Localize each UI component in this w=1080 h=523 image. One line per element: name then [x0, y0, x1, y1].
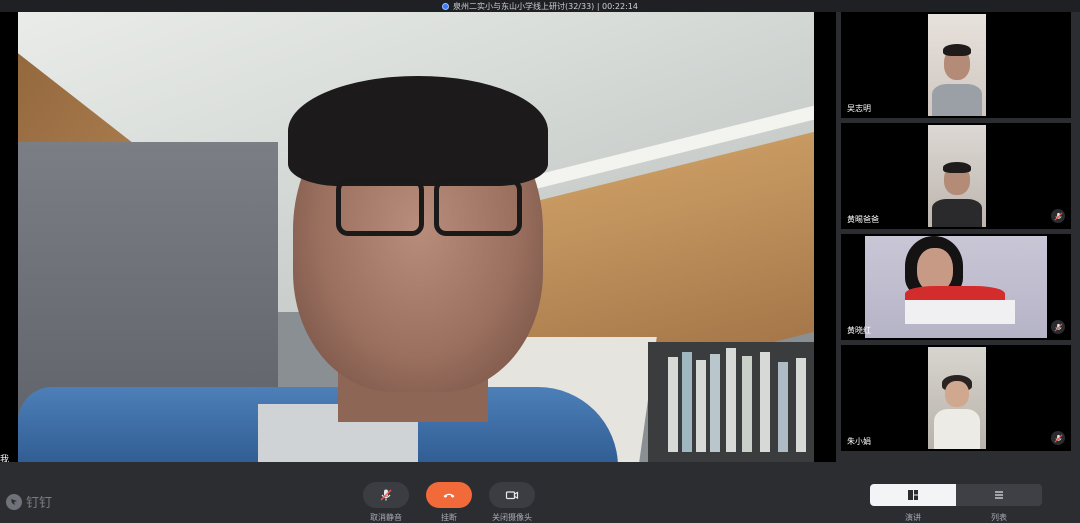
person-glasses	[336, 178, 526, 242]
participant-body	[932, 199, 982, 227]
participant-video	[928, 347, 986, 449]
video-book	[796, 358, 806, 452]
grid-layout-icon	[908, 490, 918, 500]
phone-hangup-icon	[443, 493, 455, 498]
list-view-button[interactable]	[956, 484, 1042, 506]
participant-tile[interactable]: 黄晹爸爸	[841, 123, 1071, 229]
video-book	[760, 352, 770, 452]
mic-muted-icon[interactable]	[1051, 209, 1065, 223]
participant-body	[932, 84, 982, 116]
participant-name: 黄晹爸爸	[847, 215, 879, 224]
video-book	[726, 348, 736, 452]
mic-muted-icon[interactable]	[1051, 431, 1065, 445]
unmute-button[interactable]	[363, 482, 409, 508]
app-logo-text: 钉钉	[26, 496, 53, 511]
self-label: 我	[0, 455, 10, 462]
speaker-view-button[interactable]	[870, 484, 956, 506]
glasses-lens-left	[336, 178, 424, 236]
participant-name: 吴志明	[847, 104, 871, 113]
participant-video	[865, 236, 1047, 338]
participant-tile[interactable]: 朱小娟	[841, 345, 1071, 451]
camera-off-button[interactable]	[489, 482, 535, 508]
participant-face	[945, 381, 969, 407]
list-icon	[995, 491, 1003, 499]
mic-muted-icon[interactable]	[1051, 320, 1065, 334]
participant-video	[928, 14, 986, 116]
participant-name: 黄晓红	[847, 326, 871, 335]
main-video-feed	[18, 12, 814, 462]
video-book	[668, 357, 678, 452]
mic-muted-icon	[380, 489, 392, 501]
main-video[interactable]: 我	[0, 12, 836, 462]
participant-name: 朱小娟	[847, 437, 871, 446]
window-titlebar: 泉州二实小与东山小学线上研讨(32/33) | 00:22:14	[0, 0, 1080, 12]
video-camera-icon	[505, 491, 519, 500]
participant-sidebar: 吴志明 黄晹爸爸 黄晓红 朱小娟	[836, 12, 1080, 462]
video-book	[696, 360, 706, 452]
window-title: 泉州二实小与东山小学线上研讨(32/33) | 00:22:14	[452, 1, 638, 11]
participant-hair	[943, 162, 971, 173]
meeting-control-bar: 钉钉 取消静音 挂断 关闭摄像头 演讲 列表	[0, 462, 1080, 522]
app-logo: 钉钉	[6, 492, 52, 511]
camera-off-label: 关闭摄像头	[492, 513, 532, 522]
participant-body	[934, 409, 980, 449]
video-book	[742, 356, 752, 452]
person-hair	[288, 76, 548, 186]
participant-video	[928, 125, 986, 227]
video-book	[778, 362, 788, 452]
video-bookshelf	[648, 342, 814, 462]
hangup-button[interactable]	[426, 482, 472, 508]
meeting-status-icon	[441, 2, 449, 10]
speaker-view-label: 演讲	[905, 513, 921, 522]
participant-desk	[905, 300, 1015, 324]
participant-tile[interactable]: 吴志明	[841, 12, 1071, 118]
dingtalk-logo-icon	[6, 493, 22, 510]
video-book	[682, 352, 692, 452]
list-view-label: 列表	[991, 513, 1007, 522]
participant-hair	[943, 44, 971, 56]
video-book	[710, 354, 720, 452]
participant-tile[interactable]: 黄晓红	[841, 234, 1071, 340]
glasses-lens-right	[434, 178, 522, 236]
